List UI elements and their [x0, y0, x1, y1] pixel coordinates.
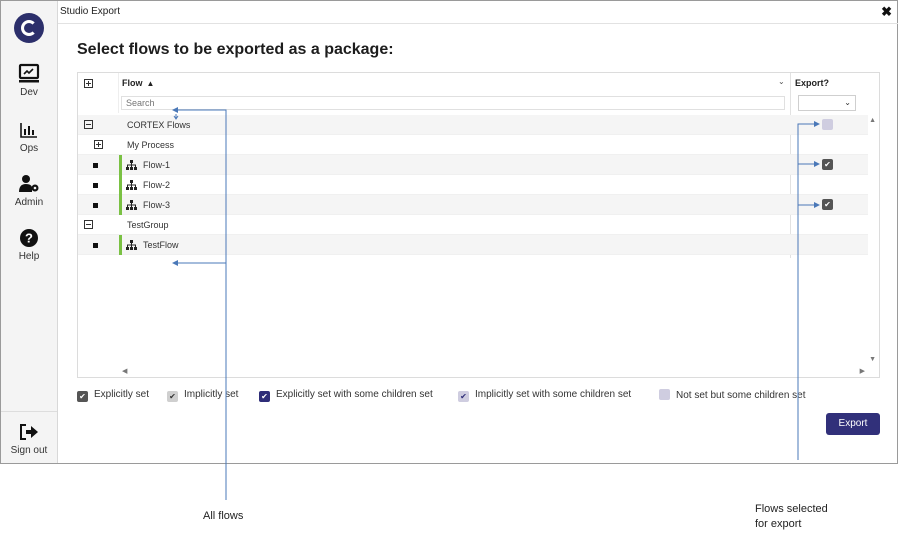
- annotation-all-flows: All flows: [203, 510, 244, 522]
- arrow-head: [814, 202, 820, 208]
- arrow-head: [814, 161, 820, 167]
- annotation-selected-line2: for export: [755, 518, 802, 530]
- arrow-head: [814, 121, 820, 127]
- annotation-selected-line1: Flows selected: [755, 503, 828, 515]
- arrow-head: [172, 107, 178, 113]
- arrow-head: [172, 260, 178, 266]
- annotation-lines: [172, 107, 820, 500]
